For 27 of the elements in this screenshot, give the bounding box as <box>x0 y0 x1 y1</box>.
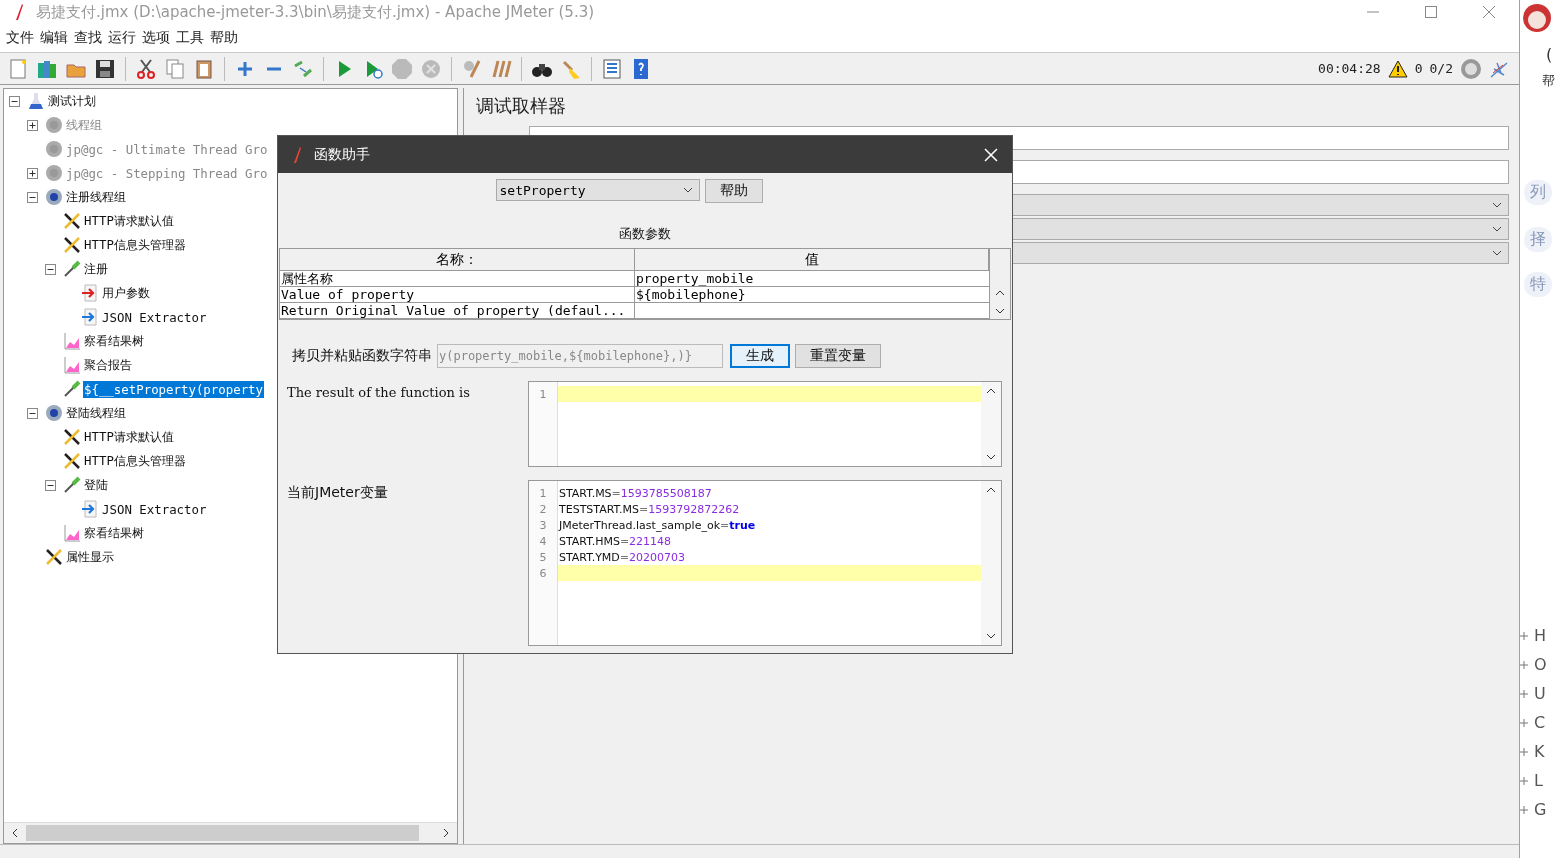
elapsed-time: 00:04:28 <box>1318 61 1381 76</box>
dialog-title: 函数助手 <box>314 145 370 164</box>
code-line: START.YMD=20200703 <box>558 550 686 564</box>
thread-count: 0/2 <box>1429 61 1453 76</box>
line-number: 1 <box>538 486 548 500</box>
code-line: START.MS=1593785508187 <box>558 486 712 500</box>
line-number: 4 <box>538 534 548 548</box>
line-number: 5 <box>538 550 548 564</box>
text-fragment: ( <box>1546 45 1553 64</box>
line-number: 3 <box>538 518 548 532</box>
panel-title: 调试取样器 <box>476 94 567 118</box>
code-line: TESTSTART.MS=1593792872262 <box>558 502 740 516</box>
line-number: 1 <box>538 387 548 401</box>
window-title: 易捷支付.jmx (D:\apache-jmeter-3.3\bin\易捷支付.jmx) - Apache JMeter (5.3) <box>36 2 595 22</box>
text-fragment: 帮 <box>1542 72 1555 90</box>
error-count: 0 <box>1414 61 1423 76</box>
code-line: JMeterThread.last_sample_ok=true <box>557 518 756 532</box>
field-label: The result of the function is <box>287 384 471 402</box>
field-label: 当前JMeter变量 <box>287 483 389 502</box>
code-line: START.HMS=221148 <box>558 534 672 548</box>
section-label: 函数参数 <box>618 225 672 243</box>
text-fragment: 特 <box>1524 272 1552 297</box>
text-fragment: 择 <box>1524 227 1552 252</box>
text-fragment: 列 <box>1524 180 1552 205</box>
line-number: 6 <box>538 566 548 580</box>
field-label: 拷贝并粘贴函数字符串 <box>292 347 432 365</box>
line-number: 2 <box>538 502 548 516</box>
